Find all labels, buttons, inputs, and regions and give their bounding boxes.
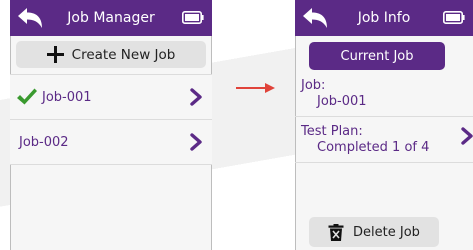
title-bar: Job Manager — [10, 0, 212, 36]
plus-icon — [46, 46, 64, 63]
chevron-right-icon — [190, 88, 202, 106]
job-field-label: Job: — [301, 78, 326, 93]
job-info: Job: Job-001 — [301, 78, 367, 110]
delete-job-button[interactable]: Delete Job — [309, 217, 439, 247]
battery-icon — [443, 11, 465, 24]
current-job-label: Current Job — [340, 48, 414, 64]
back-button[interactable] — [299, 4, 331, 32]
title-bar: Job Info — [295, 0, 473, 36]
job-label: Job-002 — [19, 134, 69, 150]
create-new-job-label: Create New Job — [71, 46, 176, 63]
test-plan-row[interactable]: Test Plan: Completed 1 of 4 — [301, 124, 429, 156]
job-label: Job-001 — [42, 89, 92, 105]
back-arrow-icon — [18, 8, 42, 28]
test-plan-value: Completed 1 of 4 — [317, 140, 430, 155]
back-button[interactable] — [14, 4, 46, 32]
back-arrow-icon — [303, 8, 327, 28]
trash-icon — [328, 223, 344, 241]
job-field-value: Job-001 — [317, 94, 367, 109]
current-job-button[interactable]: Current Job — [309, 42, 445, 70]
page-title: Job Manager — [67, 10, 155, 26]
page-title: Job Info — [357, 10, 411, 26]
job-row-job-002[interactable]: Job-002 — [10, 120, 212, 165]
job-manager-screen: Job Manager Create New Job Job-001 Job-0… — [10, 0, 212, 250]
create-new-job-button[interactable]: Create New Job — [16, 41, 206, 68]
chevron-right-icon — [190, 133, 202, 151]
divider — [295, 162, 473, 163]
checkmark-icon — [17, 88, 37, 105]
battery-icon — [182, 11, 204, 24]
delete-job-label: Delete Job — [353, 224, 420, 240]
screen-edge — [295, 0, 296, 250]
transition-arrow-icon — [236, 83, 275, 93]
chevron-right-icon[interactable] — [461, 127, 473, 145]
test-plan-label: Test Plan: — [301, 124, 363, 139]
job-row-job-001[interactable]: Job-001 — [10, 74, 212, 120]
divider — [295, 116, 473, 117]
job-info-screen: Job Info Current Job Job: Job-001 Test P… — [295, 0, 473, 250]
